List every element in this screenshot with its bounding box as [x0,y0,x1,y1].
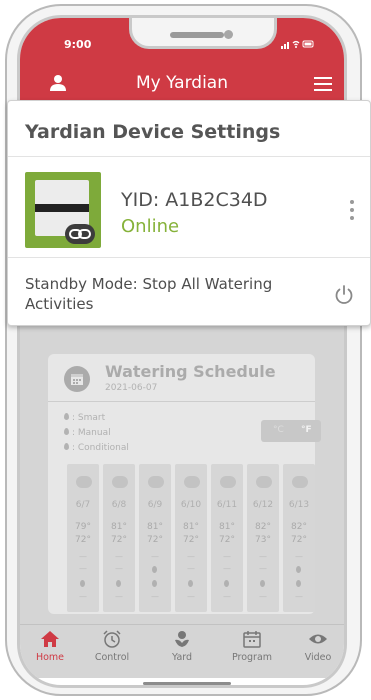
rain-icon [112,476,128,488]
forecast-day[interactable]: 6/11 81° 72° — — — [211,464,243,612]
eye-icon [308,630,328,648]
watering-schedule-card: Watering Schedule 2021-06-07 : Smart : M… [48,354,321,614]
panel-title: Yardian Device Settings [25,121,281,143]
divider [8,156,370,157]
nav-yard[interactable]: Yard [152,630,212,663]
nav-program[interactable]: Program [222,630,282,663]
device-status: Online [121,216,180,237]
forecast-day[interactable]: 6/13 82° 72° — — [283,464,315,612]
water-drop-icon [80,580,85,587]
cloud-icon [184,476,200,488]
status-icons [281,39,315,52]
water-drop-icon [64,428,69,435]
home-icon [40,630,60,648]
forecast-day[interactable]: 6/10 81° 72° — — — [175,464,207,612]
alarm-clock-icon [102,630,122,648]
page-title: My Yardian [136,73,228,93]
water-drop-icon [224,580,229,587]
nav-video[interactable]: Video [288,630,344,663]
device-stripe [35,204,89,212]
nav-control[interactable]: Control [82,630,142,663]
forecast-days: 6/7 79° 72° — — — 6/8 81° 72° — — — 6/9 … [67,464,315,612]
forecast-day[interactable]: 6/7 79° 72° — — — [67,464,99,612]
water-drop-icon [152,566,157,573]
legend-conditional: : Conditional [64,441,129,456]
water-drop-icon [296,580,301,587]
link-icon [65,224,95,244]
power-icon[interactable] [333,284,355,306]
schedule-date: 2021-06-07 [105,383,158,393]
schedule-title: Watering Schedule [105,362,276,381]
temperature-unit-toggle[interactable]: °C °F [261,420,321,442]
device-settings-panel: Yardian Device Settings YID: A1B2C34D On… [7,100,371,326]
rain-icon [220,476,236,488]
legend-manual: : Manual [64,426,129,441]
calendar-icon [64,366,90,392]
status-time: 9:00 [64,38,92,51]
water-drop-icon [296,566,301,573]
divider [48,401,315,402]
water-drop-icon [188,580,193,587]
more-options-icon[interactable] [349,199,355,221]
calendar-icon [242,630,262,648]
water-drop-icon [64,443,69,450]
plant-icon [172,630,192,648]
forecast-day[interactable]: 6/12 82° 73° — — — [247,464,279,612]
unit-fahrenheit[interactable]: °F [301,425,312,435]
sun-icon [256,476,272,488]
water-drop-icon [116,580,121,587]
forecast-day[interactable]: 6/9 81° 72° — — [139,464,171,612]
menu-icon[interactable] [314,76,332,91]
phone-speaker [170,32,224,38]
standby-mode-label: Standby Mode: Stop All Watering Activiti… [25,275,273,313]
nav-home[interactable]: Home [20,630,80,663]
water-drop-icon [64,413,69,420]
divider [8,257,370,258]
water-drop-icon [260,580,265,587]
device-id: YID: A1B2C34D [121,189,268,211]
water-drop-icon [152,580,157,587]
device-image[interactable] [25,172,101,248]
sun-icon [148,476,164,488]
unit-celsius[interactable]: °C [273,425,284,435]
forecast-day[interactable]: 6/8 81° 72° — — — [103,464,135,612]
home-indicator[interactable] [143,682,231,685]
cloud-icon [76,476,92,488]
schedule-legend: : Smart : Manual : Conditional [64,411,129,456]
bottom-nav: Home Control Yard Program Video [20,624,344,678]
sun-icon [292,476,308,488]
phone-camera [224,30,233,39]
legend-smart: : Smart [64,411,129,426]
